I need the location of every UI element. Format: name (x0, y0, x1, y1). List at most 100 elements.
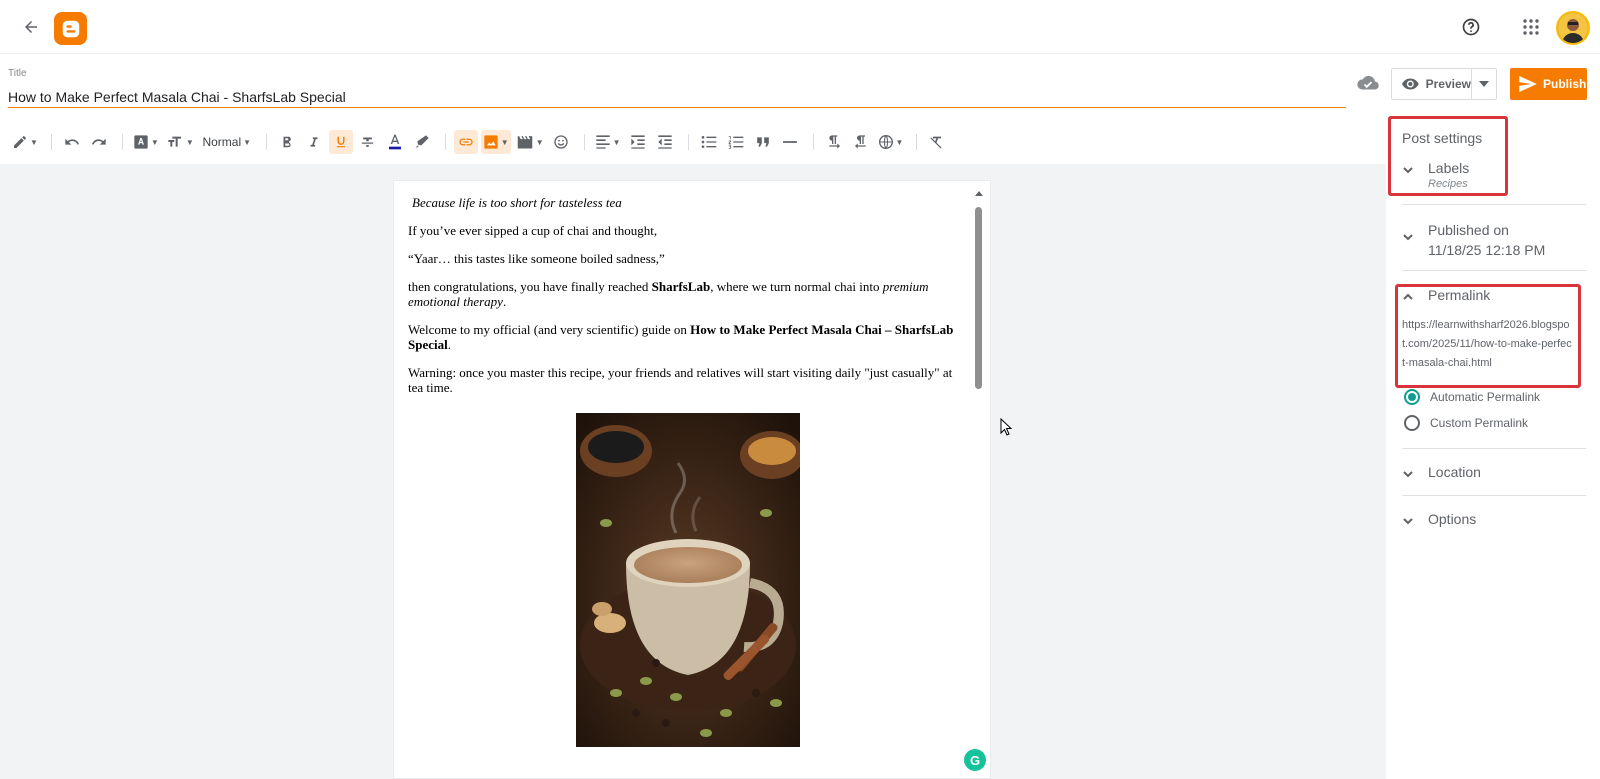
clear-format-icon (930, 136, 943, 149)
font-icon (134, 135, 148, 149)
toolbar-divider (265, 134, 267, 150)
post-paragraph: then congratulations, you have finally r… (408, 279, 960, 309)
chevron-down-icon (1403, 471, 1413, 478)
help-circle-icon (1462, 18, 1480, 36)
insert-image-button[interactable]: ▼ (480, 130, 511, 154)
paragraph-format-label: Normal (202, 135, 242, 149)
text-run: then congratulations, you have finally r… (408, 279, 652, 294)
caret-down-icon: ▼ (895, 137, 904, 147)
user-avatar-icon[interactable] (1556, 11, 1590, 45)
highlight-color-button[interactable] (410, 130, 434, 154)
insert-emoji-button[interactable] (549, 130, 573, 154)
clear-formatting-button[interactable] (925, 130, 949, 154)
editor-scrollbar[interactable] (972, 185, 986, 775)
cloud-saved-icon (1356, 74, 1382, 96)
published-value: 11/18/25 12:18 PM (1428, 242, 1546, 258)
location-section-toggle[interactable]: Location (1402, 464, 1481, 480)
preview-dropdown-button[interactable] (1472, 69, 1496, 99)
automatic-permalink-option[interactable]: Automatic Permalink (1404, 389, 1540, 405)
highlighter-icon (415, 135, 429, 148)
publish-button[interactable]: Publish (1510, 68, 1587, 100)
scroll-up-arrow-icon[interactable] (975, 191, 983, 196)
undo-button[interactable] (60, 130, 84, 154)
link-icon (459, 138, 473, 146)
paragraph-format-select[interactable]: Normal ▼ (199, 130, 255, 154)
font-button[interactable]: ▼ (131, 130, 161, 154)
toolbar-divider (121, 134, 123, 150)
chai-photo[interactable] (576, 413, 800, 747)
preview-button-group: Preview (1391, 68, 1497, 100)
text-direction-rtl-icon (854, 135, 866, 149)
italic-button[interactable] (302, 130, 326, 154)
top-bar (0, 0, 1600, 54)
quote-button[interactable] (751, 130, 775, 154)
video-icon (517, 136, 532, 149)
eye-icon (1402, 78, 1419, 90)
chevron-down-icon (1403, 518, 1413, 525)
back-button[interactable] (18, 14, 44, 40)
chevron-down-icon (1403, 234, 1413, 241)
language-button[interactable]: ▼ (876, 130, 906, 154)
redo-button[interactable] (87, 130, 111, 154)
compose-mode-button[interactable]: ▼ (10, 130, 40, 154)
text-size-icon (168, 136, 181, 147)
text-color-button[interactable] (383, 130, 407, 154)
indent-button[interactable] (626, 130, 650, 154)
apps-button[interactable] (1518, 14, 1544, 40)
ltr-button[interactable] (822, 130, 846, 154)
location-title: Location (1428, 464, 1481, 480)
outdent-button[interactable] (653, 130, 677, 154)
section-divider (1402, 270, 1586, 271)
published-section-toggle[interactable]: Published on 11/18/25 12:18 PM (1402, 220, 1545, 260)
horizontal-rule-button[interactable] (778, 130, 802, 154)
underline-icon (336, 136, 345, 148)
radio-unselected[interactable] (1404, 415, 1420, 431)
globe-icon (878, 135, 893, 149)
grammarly-icon[interactable]: G (964, 749, 986, 771)
post-paragraph: If you’ve ever sipped a cup of chai and … (408, 223, 658, 238)
section-divider (1402, 204, 1586, 205)
underline-button[interactable] (328, 130, 353, 154)
text-direction-ltr-icon (828, 135, 840, 149)
toolbar-divider (812, 134, 814, 150)
post-body-editor[interactable]: Because life is too short for tasteless … (393, 180, 991, 779)
font-size-button[interactable]: ▼ (164, 130, 196, 154)
align-left-icon (595, 135, 610, 149)
bulleted-list-button[interactable] (697, 130, 721, 154)
scroll-thumb[interactable] (975, 207, 982, 389)
radio-selected[interactable] (1404, 389, 1420, 405)
strikethrough-button[interactable] (356, 130, 380, 154)
text-color-icon (388, 134, 401, 150)
emoji-icon (553, 135, 568, 149)
caret-down-icon: ▼ (185, 137, 194, 147)
post-content[interactable]: Because life is too short for tasteless … (408, 195, 960, 408)
bold-text: SharfsLab (651, 279, 711, 294)
toolbar-divider (583, 134, 585, 150)
custom-permalink-option[interactable]: Custom Permalink (1404, 415, 1528, 431)
toolbar-divider (687, 134, 689, 150)
preview-button[interactable]: Preview (1392, 69, 1472, 99)
publish-label: Publish (1543, 77, 1587, 91)
insert-link-button[interactable] (453, 130, 478, 154)
post-tagline: Because life is too short for tasteless … (412, 195, 622, 210)
post-paragraph: “Yaar… this tastes like someone boiled s… (408, 251, 665, 266)
numbered-list-button[interactable] (724, 130, 748, 154)
text-run: , where we turn normal chai into (710, 279, 883, 294)
options-section-toggle[interactable]: Options (1402, 511, 1476, 527)
blogger-logo-icon[interactable] (54, 12, 87, 45)
custom-permalink-label: Custom Permalink (1430, 416, 1529, 430)
help-button[interactable] (1458, 14, 1484, 40)
bold-button[interactable] (275, 130, 299, 154)
title-input[interactable] (8, 86, 1346, 108)
quote-icon (756, 137, 769, 147)
annotation-highlight-permalink (1395, 284, 1581, 388)
caret-down-icon: ▼ (535, 137, 544, 147)
align-button[interactable]: ▼ (593, 130, 623, 154)
insert-video-button[interactable]: ▼ (514, 130, 546, 154)
caret-down-icon (1479, 81, 1489, 87)
rtl-button[interactable] (849, 130, 873, 154)
text-run: . (502, 294, 507, 309)
caret-down-icon: ▼ (612, 137, 621, 147)
post-paragraph: Welcome to my official (and very scienti… (408, 322, 960, 352)
apps-grid-icon (1523, 19, 1539, 35)
